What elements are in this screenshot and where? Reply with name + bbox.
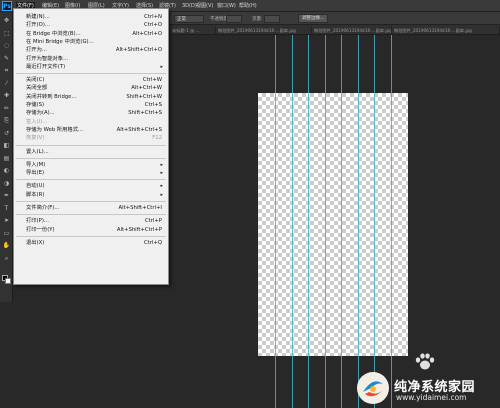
file-menu-item[interactable]: 置入(L)... [14,148,168,157]
guide-line[interactable] [374,35,375,408]
document-tab[interactable]: 微信图片_20190613194416-...副本.jpg [392,26,500,34]
healing-brush-icon[interactable]: ✚ [2,91,11,100]
file-menu-dropdown: 新建(N)... Ctrl+N 打开(O)... Ctrl+O 在 Bridge 中浏览… [13,8,169,285]
menu-item[interactable]: 帮助(H) [238,2,258,11]
marquee-icon[interactable]: ⬚ [2,29,11,38]
menu-separator [16,157,166,159]
menu-item-label: 恢复(V) [26,135,45,142]
menu-item-shortcut: Alt+Shift+Ctrl+P [116,226,162,233]
opacity-input[interactable] [226,15,242,23]
zoom-icon[interactable]: ⌕ [2,254,11,263]
menu-item-label: 置入(L)... [26,148,49,155]
file-menu-item: 恢复(V) F12 [14,134,168,143]
gradient-icon[interactable]: ▤ [2,154,11,163]
guide-line[interactable] [308,35,309,408]
file-menu-item[interactable]: 脚本(R) ▸ [14,191,168,200]
flow-label: 流量: [252,17,263,22]
site-logo-icon [357,372,389,404]
eraser-icon[interactable]: ◧ [2,141,11,150]
background-color-swatch[interactable] [5,278,11,284]
menu-separator [16,201,166,202]
menu-separator [16,179,166,181]
document-tab[interactable]: 未标题-1 @ ... [170,26,216,34]
menu-separator [16,235,166,237]
menu-item-shortcut: F12 [152,135,162,142]
dodge-icon[interactable]: ◑ [2,179,11,188]
file-menu-item[interactable]: 退出(X) Ctrl+Q [14,239,168,248]
tools-panel: ✥ ⬚ ◌ ✎ ⌗ ⁄ ✚ ✏ ⎘ ↺ ◧ ▤ ◐ ◑ ✒ T ➤ ▭ ✋ ⌕ [0,12,13,302]
options-bar: 正常 不透明度: 流量: 调整边缘... [170,12,500,25]
paw-icon [415,353,435,370]
document-tab[interactable]: 微信图片_20190613194416-...副本.jpg [216,26,312,34]
document-tab[interactable]: 微信图片_20190613194416-...副本.jpg [312,26,392,34]
guide-line[interactable] [341,35,342,408]
shape-icon[interactable]: ▭ [2,229,11,238]
photoshop-logo: Ps [2,1,12,11]
menu-separator [16,144,166,146]
file-menu-item[interactable]: 最近打开文件(T) ▸ [14,63,168,72]
brush-icon[interactable]: ✏ [2,104,11,113]
menu-item-shortcut: Alt+Shift+Ctrl+I [118,205,162,211]
guide-line[interactable] [325,35,326,408]
menu-item-label: 文件简介(F)... [26,205,60,211]
menu-item[interactable]: 视图(V) [195,2,214,11]
menu-separator [16,214,166,216]
pen-icon[interactable]: ✒ [2,191,11,200]
blur-icon[interactable]: ◐ [2,166,11,175]
guide-line[interactable] [358,35,359,408]
lasso-icon[interactable]: ◌ [2,41,11,50]
menu-item-label: 退出(X) [26,239,45,246]
move-icon[interactable]: ✥ [2,16,11,25]
menu-item-label: 打印一份(Y) [26,226,55,233]
menu-item-label: 脚本(R) [26,191,45,198]
refine-edge-button[interactable]: 调整边缘... [298,14,329,23]
watermark-url: www.yidaimei.com [396,393,467,402]
menu-separator [16,73,166,75]
submenu-arrow-icon: ▸ [160,170,163,177]
menu-item-label: 最近打开文件(T) [26,63,66,70]
document-tab-bar: 未标题-1 @ ... 微信图片_20190613194416-...副本.jpg… [170,25,500,35]
file-menu-item[interactable]: 文件简介(F)... Alt+Shift+Ctrl+I [14,204,168,213]
type-icon[interactable]: T [2,204,11,213]
submenu-arrow-icon: ▸ [160,63,163,70]
transparent-document-canvas[interactable] [258,93,408,356]
flow-input[interactable] [264,15,280,23]
submenu-arrow-icon: ▸ [160,191,163,198]
mode-select[interactable]: 正常 [174,15,204,23]
menu-item-shortcut: Ctrl+Q [143,239,162,246]
eyedropper-icon[interactable]: ⁄ [2,79,11,88]
history-brush-icon[interactable]: ↺ [2,129,11,138]
menu-item-label: 导出(E) [26,170,45,177]
file-menu-item[interactable]: 导出(E) ▸ [14,169,168,178]
hand-icon[interactable]: ✋ [2,241,11,250]
guide-line[interactable] [391,35,392,408]
path-select-icon[interactable]: ➤ [2,216,11,225]
quick-select-icon[interactable]: ✎ [2,54,11,63]
guide-line[interactable] [292,35,293,408]
file-menu-item[interactable]: 打印一份(Y) Alt+Shift+Ctrl+P [14,226,168,235]
menu-item[interactable]: 窗口(W) [216,2,237,11]
crop-icon[interactable]: ⌗ [2,66,11,75]
guide-line[interactable] [275,35,276,408]
clone-stamp-icon[interactable]: ⎘ [2,116,11,125]
